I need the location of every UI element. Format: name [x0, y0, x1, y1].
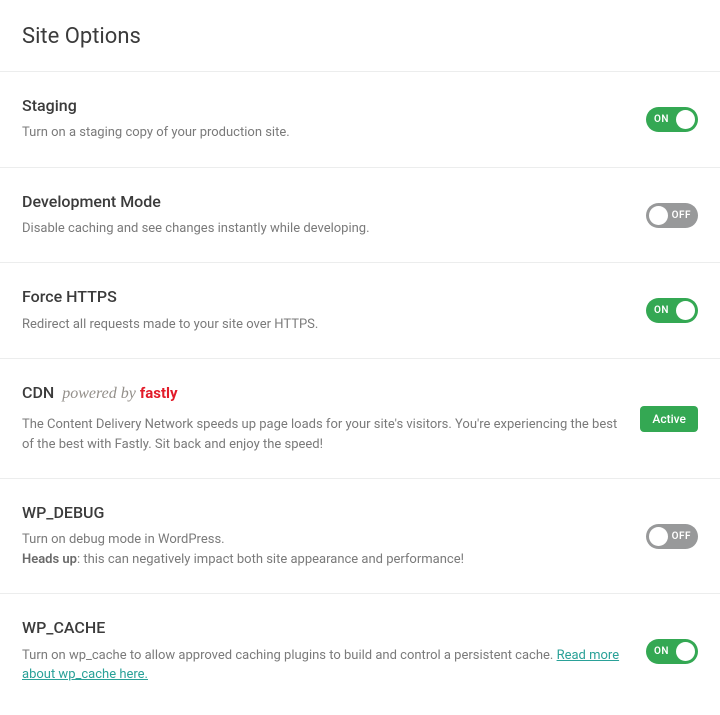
- toggle-staging[interactable]: ON: [646, 107, 698, 132]
- option-desc-force-https: Redirect all requests made to your site …: [22, 315, 626, 335]
- option-left: CDN powered by fastly The Content Delive…: [22, 383, 640, 454]
- wp-cache-desc-prefix: Turn on wp_cache to allow approved cachi…: [22, 648, 557, 663]
- toggle-label-off: OFF: [672, 531, 691, 542]
- wp-debug-desc-line2: : this can negatively impact both site a…: [77, 552, 464, 567]
- toggle-knob: [676, 642, 695, 661]
- option-left: Staging Turn on a staging copy of your p…: [22, 96, 646, 143]
- option-left: Development Mode Disable caching and see…: [22, 192, 646, 239]
- toggle-knob: [676, 110, 695, 129]
- toggle-label-on: ON: [654, 646, 669, 657]
- option-desc-dev-mode: Disable caching and see changes instantl…: [22, 219, 626, 239]
- option-desc-cdn: The Content Delivery Network speeds up p…: [22, 415, 620, 454]
- toggle-knob: [649, 206, 668, 225]
- cdn-powered-by-prefix: powered by: [62, 385, 140, 402]
- option-left: Force HTTPS Redirect all requests made t…: [22, 287, 646, 334]
- option-title-cdn: CDN powered by fastly: [22, 383, 620, 403]
- toggle-label-on: ON: [654, 114, 669, 125]
- option-right: OFF: [646, 524, 698, 549]
- badge-cdn-active: Active: [640, 406, 698, 432]
- option-row-staging: Staging Turn on a staging copy of your p…: [0, 71, 720, 167]
- toggle-knob: [676, 301, 695, 320]
- option-desc-staging: Turn on a staging copy of your productio…: [22, 123, 626, 143]
- option-row-cdn: CDN powered by fastly The Content Delive…: [0, 358, 720, 478]
- option-left: WP_DEBUG Turn on debug mode in WordPress…: [22, 503, 646, 569]
- option-right: Active: [640, 406, 698, 432]
- option-row-force-https: Force HTTPS Redirect all requests made t…: [0, 262, 720, 358]
- option-title-force-https: Force HTTPS: [22, 287, 626, 306]
- site-options-panel: Site Options Staging Turn on a staging c…: [0, 0, 720, 715]
- option-right: OFF: [646, 203, 698, 228]
- fastly-brand: fastly: [140, 384, 178, 402]
- option-right: ON: [646, 639, 698, 664]
- option-title-wp-cache: WP_CACHE: [22, 618, 626, 637]
- cdn-powered-by: powered by fastly: [62, 385, 177, 402]
- toggle-dev-mode[interactable]: OFF: [646, 203, 698, 228]
- option-row-wp-cache: WP_CACHE Turn on wp_cache to allow appro…: [0, 593, 720, 714]
- toggle-wp-debug[interactable]: OFF: [646, 524, 698, 549]
- option-title-dev-mode: Development Mode: [22, 192, 626, 211]
- option-title-staging: Staging: [22, 96, 626, 115]
- option-desc-wp-cache: Turn on wp_cache to allow approved cachi…: [22, 646, 626, 685]
- page-title: Site Options: [0, 0, 720, 71]
- toggle-wp-cache[interactable]: ON: [646, 639, 698, 664]
- toggle-label-on: ON: [654, 305, 669, 316]
- toggle-label-off: OFF: [672, 210, 691, 221]
- toggle-knob: [649, 527, 668, 546]
- cdn-title-text: CDN: [22, 383, 54, 402]
- option-row-wp-debug: WP_DEBUG Turn on debug mode in WordPress…: [0, 478, 720, 593]
- option-right: ON: [646, 298, 698, 323]
- toggle-force-https[interactable]: ON: [646, 298, 698, 323]
- wp-debug-heads-up: Heads up: [22, 552, 77, 567]
- option-row-dev-mode: Development Mode Disable caching and see…: [0, 167, 720, 263]
- option-left: WP_CACHE Turn on wp_cache to allow appro…: [22, 618, 646, 684]
- option-desc-wp-debug: Turn on debug mode in WordPress. Heads u…: [22, 530, 626, 569]
- wp-debug-desc-line1: Turn on debug mode in WordPress.: [22, 532, 225, 547]
- option-right: ON: [646, 107, 698, 132]
- option-title-wp-debug: WP_DEBUG: [22, 503, 626, 522]
